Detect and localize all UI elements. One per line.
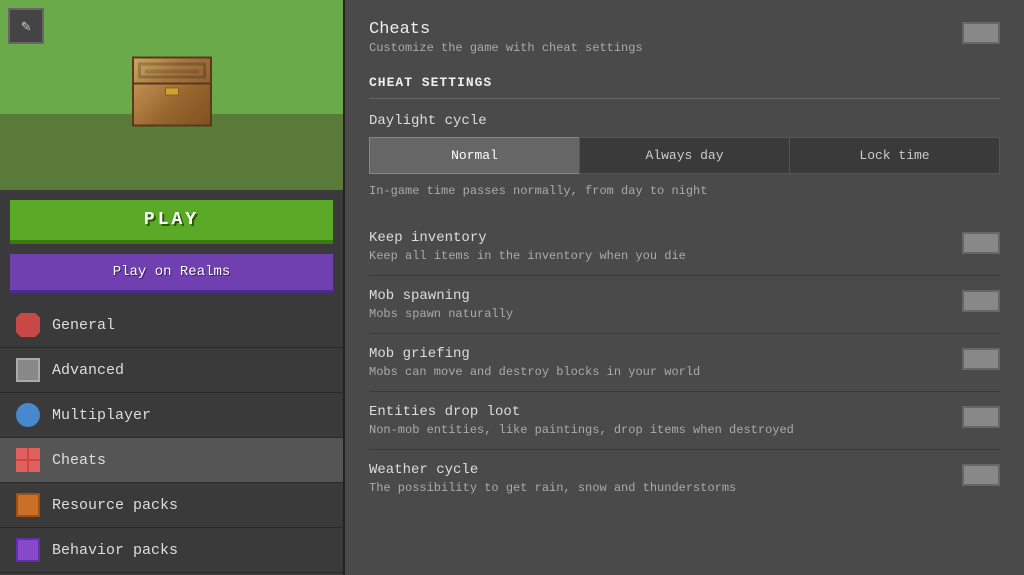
daylight-normal-tab[interactable]: Normal <box>369 137 579 174</box>
sidebar-item-advanced[interactable]: Advanced <box>0 348 343 393</box>
weather-cycle-name: Weather cycle <box>369 462 736 478</box>
cheat-settings-heading: Cheat Settings <box>369 75 1000 99</box>
cheats-title: Cheats <box>369 20 643 39</box>
sidebar-label-multiplayer: Multiplayer <box>52 407 151 424</box>
cheats-description: Customize the game with cheat settings <box>369 41 643 55</box>
entities-drop-loot-desc: Non-mob entities, like paintings, drop i… <box>369 423 794 437</box>
sidebar-item-general[interactable]: General <box>0 303 343 348</box>
sidebar-item-cheats[interactable]: Cheats <box>0 438 343 483</box>
mob-spawning-name: Mob spawning <box>369 288 513 304</box>
entities-drop-loot-toggle[interactable] <box>962 406 1000 428</box>
advanced-icon <box>16 358 40 382</box>
cheats-toggle[interactable] <box>962 22 1000 44</box>
sidebar-label-cheats: Cheats <box>52 452 106 469</box>
world-preview: ✎ <box>0 0 343 190</box>
cheats-title-group: Cheats Customize the game with cheat set… <box>369 20 643 55</box>
right-panel: Cheats Customize the game with cheat set… <box>345 0 1024 575</box>
cheats-icon <box>16 448 40 472</box>
play-button[interactable]: PLAY <box>10 200 333 244</box>
entities-drop-loot-name: Entities drop loot <box>369 404 794 420</box>
world-thumbnail-block <box>132 57 212 127</box>
daylight-lock-time-tab[interactable]: Lock time <box>790 137 1000 174</box>
left-panel: ✎ PLAY Play on Realms General Ad <box>0 0 345 575</box>
weather-cycle-toggle[interactable] <box>962 464 1000 486</box>
chest-icon <box>132 57 212 127</box>
sidebar-label-resource-packs: Resource packs <box>52 497 178 514</box>
mob-griefing-toggle[interactable] <box>962 348 1000 370</box>
mob-spawning-toggle[interactable] <box>962 290 1000 312</box>
daylight-cycle-tabs: Normal Always day Lock time <box>369 137 1000 174</box>
keep-inventory-row: Keep inventory Keep all items in the inv… <box>369 218 1000 276</box>
behavior-packs-icon <box>16 538 40 562</box>
daylight-cycle-active-description: In-game time passes normally, from day t… <box>369 184 1000 198</box>
multiplayer-icon <box>16 403 40 427</box>
keep-inventory-desc: Keep all items in the inventory when you… <box>369 249 686 263</box>
cheats-section-header: Cheats Customize the game with cheat set… <box>369 20 1000 55</box>
weather-cycle-desc: The possibility to get rain, snow and th… <box>369 481 736 495</box>
sidebar-label-general: General <box>52 317 115 334</box>
mob-griefing-desc: Mobs can move and destroy blocks in your… <box>369 365 700 379</box>
mob-griefing-name: Mob griefing <box>369 346 700 362</box>
keep-inventory-toggle[interactable] <box>962 232 1000 254</box>
general-icon <box>16 313 40 337</box>
sidebar-label-behavior-packs: Behavior packs <box>52 542 178 559</box>
daylight-cycle-group: Daylight cycle Normal Always day Lock ti… <box>369 113 1000 198</box>
nav-menu: General Advanced Multiplayer Cheats Reso… <box>0 303 343 575</box>
edit-world-icon[interactable]: ✎ <box>8 8 44 44</box>
play-on-realms-button[interactable]: Play on Realms <box>10 254 333 293</box>
keep-inventory-name: Keep inventory <box>369 230 686 246</box>
weather-cycle-row: Weather cycle The possibility to get rai… <box>369 450 1000 507</box>
daylight-always-day-tab[interactable]: Always day <box>579 137 790 174</box>
mob-spawning-desc: Mobs spawn naturally <box>369 307 513 321</box>
sidebar-item-multiplayer[interactable]: Multiplayer <box>0 393 343 438</box>
sidebar-label-advanced: Advanced <box>52 362 124 379</box>
daylight-cycle-label: Daylight cycle <box>369 113 1000 129</box>
resource-packs-icon <box>16 493 40 517</box>
mob-griefing-row: Mob griefing Mobs can move and destroy b… <box>369 334 1000 392</box>
mob-spawning-row: Mob spawning Mobs spawn naturally <box>369 276 1000 334</box>
sidebar-item-behavior-packs[interactable]: Behavior packs <box>0 528 343 573</box>
sidebar-item-resource-packs[interactable]: Resource packs <box>0 483 343 528</box>
entities-drop-loot-row: Entities drop loot Non-mob entities, lik… <box>369 392 1000 450</box>
preview-grass: ✎ <box>0 0 343 190</box>
